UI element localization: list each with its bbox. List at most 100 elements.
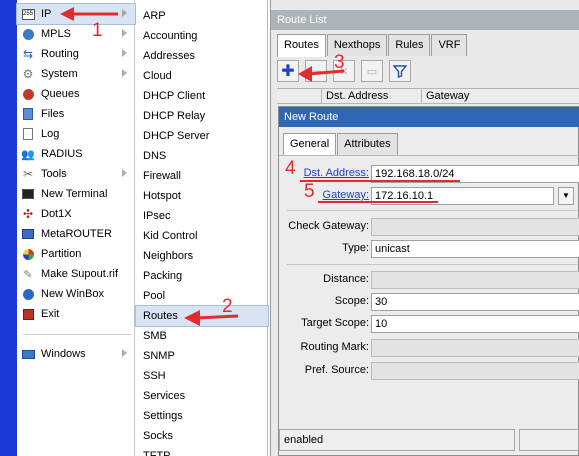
general-panel: Dst. Address: 192.168.18.0/24 Gateway: 1… [279, 155, 579, 435]
supout-icon: ✎ [23, 268, 33, 281]
annotation-number-5: 5 [304, 181, 315, 202]
menu-item-label: Log [41, 128, 60, 140]
distance-label: Distance: [323, 273, 369, 285]
menu-item-log[interactable]: Log [17, 124, 135, 144]
annotation-underline-5 [318, 201, 438, 203]
submenu-arrow-icon [122, 69, 127, 77]
menu-item-exit[interactable]: Exit [17, 304, 135, 324]
submenu-item-cloud[interactable]: Cloud [136, 66, 268, 86]
row-distance: Distance: [279, 271, 579, 289]
submenu-item-arp[interactable]: ARP [136, 6, 268, 26]
menu-item-tools[interactable]: ✂ Tools [17, 164, 135, 184]
submenu-item-dhcp-server[interactable]: DHCP Server [136, 126, 268, 146]
menu-item-partition[interactable]: Partition [17, 244, 135, 264]
submenu-item-hotspot[interactable]: Hotspot [136, 186, 268, 206]
menu-item-files[interactable]: Files [17, 104, 135, 124]
type-select[interactable]: unicast [371, 240, 579, 258]
ip-submenu: ARP Accounting Addresses Cloud DHCP Client DH… [135, 0, 269, 456]
row-routing-mark: Routing Mark: [279, 339, 579, 357]
submenu-item-accounting[interactable]: Accounting [136, 26, 268, 46]
row-pref-source: Pref. Source: [279, 362, 579, 380]
menu-item-label: Exit [41, 308, 60, 320]
tab-general[interactable]: General [283, 133, 337, 156]
menu-item-windows[interactable]: Windows [17, 344, 135, 364]
dst-address-label[interactable]: Dst. Address: [304, 167, 369, 179]
submenu-item-ssh[interactable]: SSH [136, 366, 268, 386]
grid-col-spacer [277, 89, 322, 104]
submenu-item-snmp[interactable]: SNMP [136, 346, 268, 366]
log-icon [21, 127, 35, 141]
menu-item-label: MetaROUTER [41, 228, 112, 240]
submenu-item-firewall[interactable]: Firewall [136, 166, 268, 186]
submenu-item-neighbors[interactable]: Neighbors [136, 246, 268, 266]
row-target-scope: Target Scope: 10 [279, 315, 579, 333]
filter-icon [393, 65, 407, 78]
submenu-item-kid-control[interactable]: Kid Control [136, 226, 268, 246]
submenu-item-ipsec[interactable]: IPsec [136, 206, 268, 226]
gateway-label[interactable]: Gateway: [323, 189, 369, 201]
filter-button[interactable] [389, 60, 411, 82]
target-scope-label: Target Scope: [301, 317, 369, 329]
annotation-number-4: 4 [285, 158, 296, 179]
submenu-item-dhcp-relay[interactable]: DHCP Relay [136, 106, 268, 126]
target-scope-input[interactable]: 10 [371, 315, 579, 333]
menu-item-label: Queues [41, 88, 80, 100]
check-gateway-input[interactable] [371, 218, 579, 236]
routing-mark-label: Routing Mark: [300, 341, 369, 353]
routing-icon: ⇆ [22, 47, 34, 61]
menu-item-new-winbox[interactable]: New WinBox [17, 284, 135, 304]
tab-rules[interactable]: Rules [388, 34, 431, 56]
submenu-item-dhcp-client[interactable]: DHCP Client [136, 86, 268, 106]
route-list-title: Route List [271, 10, 579, 30]
tab-routes[interactable]: Routes [277, 34, 326, 57]
comment-button[interactable]: ▭ [361, 60, 383, 82]
gateway-dropdown-button[interactable]: ▼ [558, 187, 574, 205]
tab-vrf[interactable]: VRF [431, 34, 468, 56]
menu-item-label: Make Supout.rif [41, 268, 119, 280]
menu-item-label: System [41, 68, 78, 80]
menu-item-make-supout-rif[interactable]: ✎ Make Supout.rif [17, 264, 135, 284]
submenu-arrow-icon [122, 49, 127, 57]
col-gateway[interactable]: Gateway [422, 89, 572, 104]
submenu-item-pool[interactable]: Pool [136, 286, 268, 306]
submenu-arrow-icon [122, 349, 127, 357]
plus-icon: ✚ [281, 63, 295, 80]
route-grid-header: Dst. Address Gateway [277, 88, 579, 104]
comment-icon: ▭ [366, 65, 378, 78]
submenu-item-socks[interactable]: Socks [136, 426, 268, 446]
menu-item-metarouter[interactable]: MetaROUTER [17, 224, 135, 244]
new-route-dialog: New Route General Attributes Dst. Addres… [278, 106, 579, 456]
separator [287, 264, 577, 265]
menu-item-mpls[interactable]: MPLS [17, 24, 135, 44]
row-scope: Scope: 30 [279, 293, 579, 311]
tab-attributes[interactable]: Attributes [337, 133, 398, 155]
menu-item-system[interactable]: ⚙ System [17, 64, 135, 84]
mpls-icon [21, 27, 35, 41]
annotation-arrow-2 [184, 310, 239, 326]
annotation-arrow-1 [60, 7, 118, 21]
submenu-item-addresses[interactable]: Addresses [136, 46, 268, 66]
submenu-item-smb[interactable]: SMB [136, 326, 268, 346]
pref-source-input[interactable] [371, 362, 579, 380]
col-dst-address[interactable]: Dst. Address [322, 89, 422, 104]
scope-input[interactable]: 30 [371, 293, 579, 311]
system-gear-icon: ⚙ [22, 67, 34, 81]
menu-item-new-terminal[interactable]: New Terminal [17, 184, 135, 204]
submenu-item-packing[interactable]: Packing [136, 266, 268, 286]
route-list-tabs: Routes Nexthops Rules VRF [277, 34, 468, 57]
separator [287, 210, 577, 211]
menu-separator [23, 334, 131, 335]
routing-mark-input[interactable] [371, 339, 579, 357]
menu-item-label: Files [41, 108, 65, 120]
submenu-item-dns[interactable]: DNS [136, 146, 268, 166]
exit-icon [21, 307, 35, 321]
submenu-item-tftp[interactable]: TFTP [136, 446, 268, 456]
distance-input[interactable] [371, 271, 579, 289]
menu-item-queues[interactable]: Queues [17, 84, 135, 104]
menu-item-radius[interactable]: 👥 RADIUS [17, 144, 135, 164]
submenu-item-settings[interactable]: Settings [136, 406, 268, 426]
menu-item-dot1x[interactable]: ✣ Dot1X [17, 204, 135, 224]
menu-item-routing[interactable]: ⇆ Routing [17, 44, 135, 64]
menu-item-label: Windows [41, 348, 86, 360]
submenu-item-services[interactable]: Services [136, 386, 268, 406]
